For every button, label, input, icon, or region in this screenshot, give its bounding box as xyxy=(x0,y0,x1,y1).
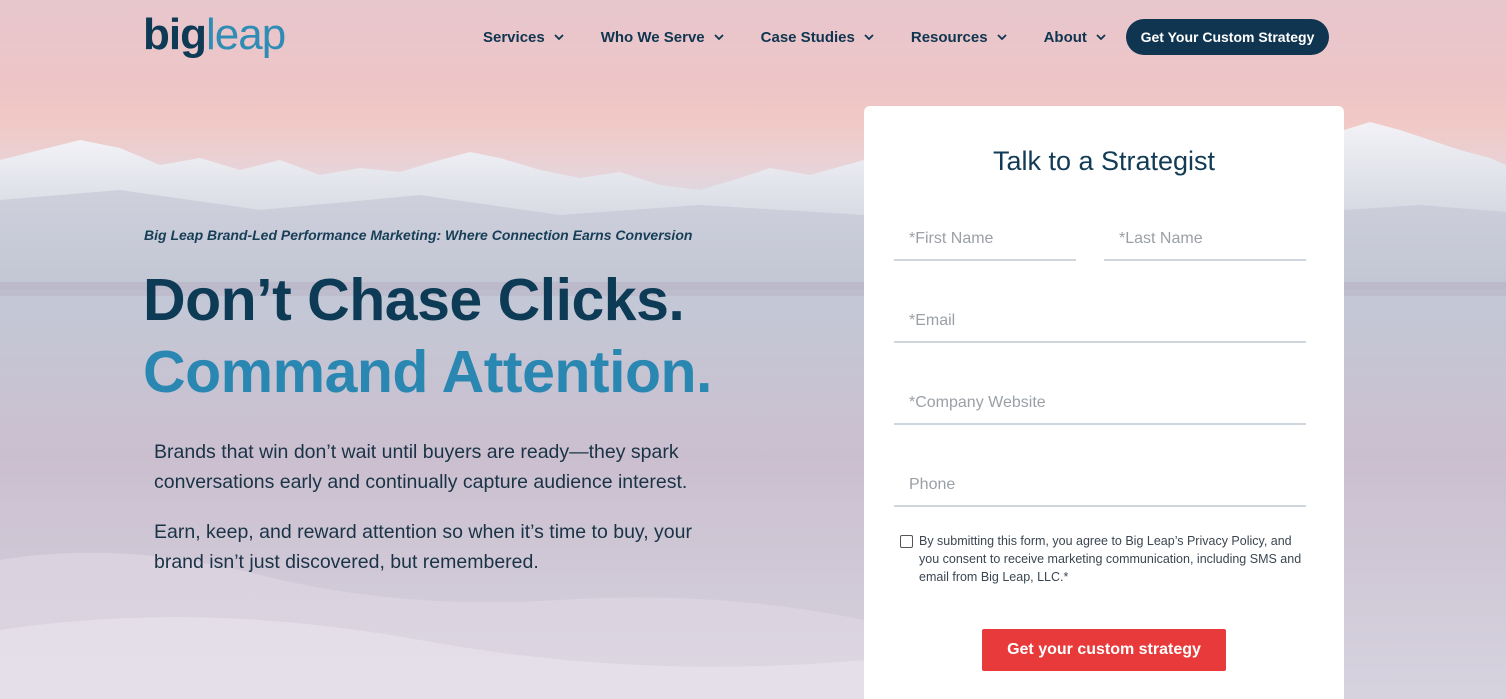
get-custom-strategy-button[interactable]: Get Your Custom Strategy xyxy=(1126,19,1329,55)
last-name-field[interactable] xyxy=(1104,219,1306,261)
chevron-down-icon xyxy=(714,34,724,41)
nav-item-label: Services xyxy=(483,28,545,46)
hero-paragraph-1: Brands that win don’t wait until buyers … xyxy=(154,441,688,493)
nav-item-resources[interactable]: Resources xyxy=(911,29,1008,46)
email-field[interactable] xyxy=(894,301,1306,343)
logo-leap-text: leap xyxy=(205,10,286,59)
hero-headline-line1: Don’t Chase Clicks. xyxy=(143,267,685,333)
submit-button[interactable]: Get your custom strategy xyxy=(982,629,1226,671)
nav-item-label: Resources xyxy=(910,28,988,46)
hero-headline-line2: Command Attention. xyxy=(143,339,712,405)
chevron-down-icon xyxy=(996,34,1007,41)
chevron-down-icon xyxy=(864,34,874,41)
nav-item-about[interactable]: About xyxy=(1044,29,1107,46)
nav-item-label: Who We Serve xyxy=(600,28,705,46)
form-title: Talk to a Strategist xyxy=(992,146,1216,176)
consent-text: By submitting this form, you agree to Bi… xyxy=(919,534,1302,584)
first-name-field[interactable] xyxy=(894,219,1076,261)
chevron-down-icon xyxy=(1096,34,1106,41)
consent-checkbox[interactable] xyxy=(900,535,913,548)
nav-item-case-studies[interactable]: Case Studies xyxy=(761,29,875,46)
company-website-field[interactable] xyxy=(894,383,1306,425)
big-leap-logo[interactable]: bigleap xyxy=(143,10,286,60)
nav-item-label: About xyxy=(1043,28,1087,46)
logo-big-text: big xyxy=(143,10,207,59)
chevron-down-icon xyxy=(554,34,564,41)
hero-paragraph-2: Earn, keep, and reward attention so when… xyxy=(154,521,692,573)
nav-item-services[interactable]: Services xyxy=(483,29,565,46)
phone-field[interactable] xyxy=(894,465,1306,507)
strategist-form-card: Talk to a Strategist By submitting this … xyxy=(864,106,1344,699)
main-navigation: Services Who We Serve Case Studies Resou… xyxy=(483,19,1143,55)
nav-item-who-we-serve[interactable]: Who We Serve xyxy=(601,29,725,46)
hero-eyebrow: Big Leap Brand-Led Performance Marketing… xyxy=(144,227,693,243)
nav-item-label: Case Studies xyxy=(760,28,855,46)
